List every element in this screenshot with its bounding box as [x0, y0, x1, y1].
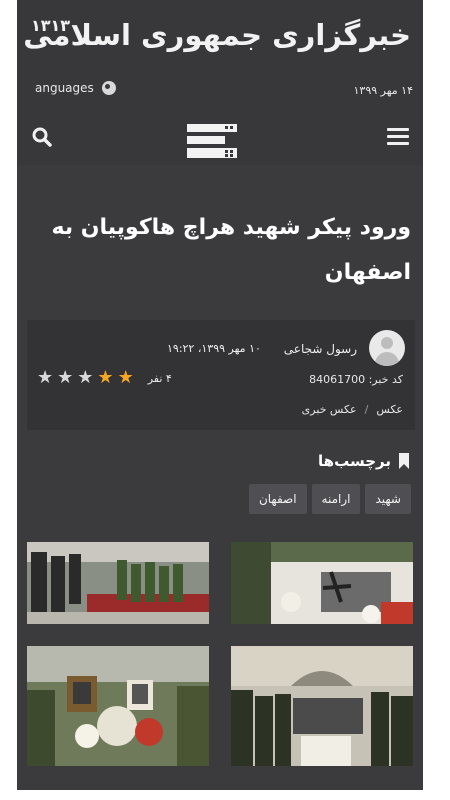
menu-icon-bar [387, 142, 409, 145]
tag-martyr[interactable]: شهید [365, 484, 411, 514]
breadcrumb-item-photo[interactable]: عکس [376, 403, 403, 416]
bookmark-icon [399, 453, 409, 469]
tag-armenians[interactable]: ارامنه [311, 484, 361, 514]
tags-heading: برچسب‌ها [318, 452, 391, 470]
star-icon[interactable]: ★ [57, 369, 73, 387]
star-icon[interactable]: ★ [37, 369, 53, 387]
site-name[interactable]: خبرگزاری جمهوری اسلامی [23, 18, 411, 52]
star-icon[interactable]: ★ [97, 369, 113, 387]
tags-section-header: برچسب‌ها [318, 452, 409, 470]
site-logo[interactable] [185, 122, 239, 160]
author-name[interactable]: رسول شجاعی [284, 342, 357, 356]
site-header: خبرگزاری جمهوری اسلامی ۱۳۱۳ ۱۴ مهر ۱۳۹۹ … [17, 0, 423, 165]
photo-thumbnail[interactable] [27, 646, 209, 766]
menu-button[interactable] [387, 128, 409, 146]
globe-icon [101, 81, 116, 95]
breadcrumb: عکس / عکس خبری [302, 403, 403, 416]
rating-votes: ۴ نفر [147, 371, 172, 385]
tag-list: شهید ارامنه اصفهان [248, 484, 411, 514]
site-year: ۱۳۱۳ [31, 16, 71, 35]
photo-thumbnail[interactable] [231, 542, 413, 624]
tag-isfahan[interactable]: اصفهان [248, 484, 307, 514]
search-icon [32, 127, 52, 147]
languages-link[interactable]: anguages [35, 81, 116, 95]
menu-icon-bar [387, 128, 409, 131]
news-code: کد خبر: 84061700 [309, 373, 403, 386]
article-meta: رسول شجاعی ۱۰ مهر ۱۳۹۹، ۱۹:۲۲ کد خبر: 84… [27, 320, 415, 430]
publish-date: ۱۰ مهر ۱۳۹۹، ۱۹:۲۲ [167, 342, 261, 355]
breadcrumb-separator: / [364, 403, 369, 416]
search-button[interactable] [31, 126, 53, 148]
languages-label: anguages [35, 81, 94, 95]
star-icon[interactable]: ★ [77, 369, 93, 387]
app-screen: خبرگزاری جمهوری اسلامی ۱۳۱۳ ۱۴ مهر ۱۳۹۹ … [17, 0, 423, 790]
star-icon[interactable]: ★ [118, 369, 134, 387]
menu-icon-bar [387, 135, 409, 138]
photo-thumbnail[interactable] [231, 646, 413, 766]
rating-widget: ★ ★ ★ ★ ★ ۴ نفر [37, 369, 172, 387]
photo-thumbnail[interactable] [27, 542, 209, 624]
breadcrumb-item-news-photo[interactable]: عکس خبری [302, 403, 357, 416]
author-avatar[interactable] [369, 330, 405, 366]
current-date: ۱۴ مهر ۱۳۹۹ [353, 84, 414, 97]
article-headline: ورود پیکر شهید هراچ هاکوپیان به اصفهان [51, 215, 412, 285]
